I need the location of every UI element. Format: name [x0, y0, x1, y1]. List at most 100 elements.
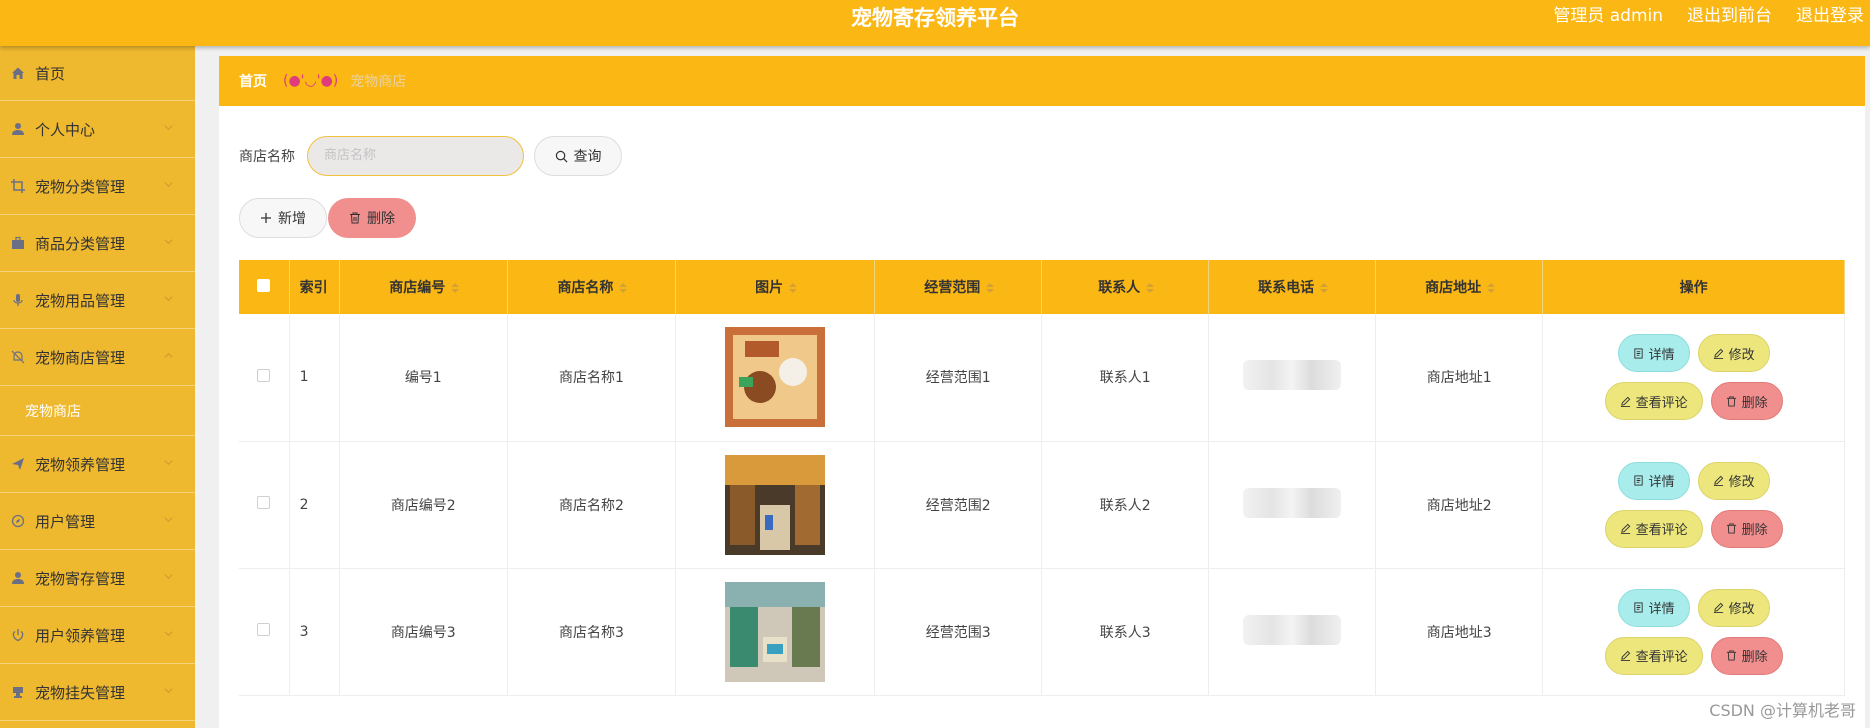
sidebar-item-pet-supplies[interactable]: 宠物用品管理: [0, 272, 195, 329]
sort-icon: [1487, 283, 1496, 293]
cell-name: 商店名称1: [507, 314, 677, 442]
sidebar-item-label: 宠物用品管理: [35, 291, 126, 310]
trash-icon: [350, 212, 360, 224]
delete-button[interactable]: 删除: [1710, 509, 1783, 548]
edit-button[interactable]: 修改: [1697, 461, 1770, 500]
shop-thumbnail[interactable]: [725, 454, 826, 555]
search-button[interactable]: 查询: [534, 136, 622, 176]
top-bar: 宠物寄存领养平台 管理员 admin 退出到前台 退出登录: [0, 0, 1870, 46]
row-checkbox[interactable]: [257, 623, 271, 636]
plus-icon: [261, 213, 271, 223]
cell-scope: 经营范围1: [874, 314, 1043, 442]
cell-address: 商店地址1: [1375, 314, 1544, 442]
col-header-code[interactable]: 商店编号: [339, 260, 508, 314]
detail-button[interactable]: 详情: [1617, 334, 1690, 373]
col-header-label: 图片: [755, 280, 784, 296]
chevron-up-icon: [164, 352, 173, 358]
sidebar-item-label: 商品分类管理: [35, 234, 126, 253]
trash-icon: [1726, 396, 1736, 407]
sidebar-item-users[interactable]: 用户管理: [0, 493, 195, 550]
col-header-name[interactable]: 商店名称: [507, 260, 677, 314]
col-header-phone[interactable]: 联系电话: [1208, 260, 1377, 314]
header-links: 管理员 admin 退出到前台 退出登录: [1553, 4, 1864, 28]
sidebar-item-label: 个人中心: [35, 120, 96, 139]
breadcrumb-current: 宠物商店: [350, 74, 407, 90]
chevron-down-icon: [164, 688, 173, 694]
view-comments-button[interactable]: 查看评论: [1604, 509, 1703, 548]
admin-label: 管理员 admin: [1553, 6, 1663, 26]
row-checkbox[interactable]: [257, 496, 271, 509]
batch-delete-label: 删除: [367, 211, 395, 227]
row-select-cell: [239, 568, 290, 696]
select-all-checkbox[interactable]: [257, 278, 271, 292]
toolbar: 新增 删除: [239, 198, 416, 238]
sidebar-item-goods-category[interactable]: 商品分类管理: [0, 215, 195, 272]
delete-button[interactable]: 删除: [1710, 382, 1783, 421]
sort-icon: [451, 283, 460, 293]
cell-phone: [1208, 568, 1377, 696]
sort-icon: [789, 283, 798, 293]
add-button-label: 新增: [278, 211, 306, 227]
sidebar-item-personal[interactable]: 个人中心: [0, 101, 195, 158]
cell-phone: [1208, 314, 1377, 442]
chevron-down-icon: [164, 631, 173, 637]
shop-thumbnail[interactable]: [725, 581, 826, 682]
breadcrumb-home[interactable]: 首页: [239, 71, 267, 91]
cell-index: 3: [289, 568, 340, 696]
delete-label: 删除: [1741, 395, 1768, 411]
cell-contact: 联系人2: [1041, 441, 1210, 569]
cell-code: 商店编号2: [339, 441, 508, 569]
edit-label: 修改: [1728, 347, 1755, 363]
table-row: 2 商店编号2 商店名称2 经营范围2 联系人2 商店地址2 详情 修改 查看评…: [239, 441, 1845, 569]
sidebar-item-label: 宠物领养管理: [35, 455, 126, 474]
pencil-icon: [1620, 650, 1630, 661]
sidebar-item-label: 用户管理: [35, 512, 96, 531]
table-row: 3 商店编号3 商店名称3 经营范围3 联系人3 商店地址3 详情 修改 查看评…: [239, 568, 1845, 696]
cell-contact: 联系人1: [1041, 314, 1210, 442]
detail-label: 详情: [1648, 347, 1675, 363]
sidebar-item-adoption[interactable]: 宠物领养管理: [0, 436, 195, 493]
row-checkbox[interactable]: [257, 368, 271, 382]
batch-delete-button[interactable]: 删除: [328, 198, 416, 238]
shop-name-input[interactable]: 商店名称: [307, 136, 524, 176]
shop-thumbnail[interactable]: [725, 327, 826, 428]
col-header-image[interactable]: 图片: [675, 260, 876, 314]
logout-link[interactable]: 退出登录: [1796, 4, 1864, 28]
cell-code: 商店编号3: [339, 568, 508, 696]
sidebar-item-lost-report[interactable]: 宠物挂失管理: [0, 664, 195, 721]
crop-icon: [10, 178, 26, 194]
sidebar-item-home[interactable]: 首页: [0, 46, 195, 101]
sidebar-item-pet-shop[interactable]: 宠物商店管理: [0, 329, 195, 386]
col-header-label: 商店编号: [389, 280, 446, 296]
document-icon: [1633, 348, 1643, 359]
sidebar-item-pet-category[interactable]: 宠物分类管理: [0, 158, 195, 215]
view-comments-label: 查看评论: [1635, 395, 1688, 411]
view-comments-label: 查看评论: [1635, 650, 1688, 665]
col-header-label: 联系电话: [1258, 280, 1315, 296]
chevron-down-icon: [164, 239, 173, 245]
sidebar-item-boarding[interactable]: 宠物寄存管理: [0, 550, 195, 607]
to-front-link[interactable]: 退出到前台: [1687, 4, 1772, 28]
trash-icon: [1726, 523, 1736, 534]
view-comments-button[interactable]: 查看评论: [1604, 382, 1703, 421]
edit-button[interactable]: 修改: [1697, 588, 1770, 627]
table-row: 1 编号1 商店名称1 经营范围1 联系人1 商店地址1 详情 修改 查看评论 …: [239, 314, 1845, 442]
sidebar-item-user-adoption[interactable]: 用户领养管理: [0, 607, 195, 664]
search-button-label: 查询: [573, 149, 602, 165]
col-header-contact[interactable]: 联系人: [1041, 260, 1210, 314]
sidebar-subitem-pet-shop[interactable]: 宠物商店: [0, 386, 195, 436]
delete-button[interactable]: 删除: [1710, 636, 1783, 675]
phone-redacted: [1243, 487, 1342, 518]
detail-button[interactable]: 详情: [1617, 588, 1690, 627]
col-header-scope[interactable]: 经营范围: [874, 260, 1043, 314]
add-button[interactable]: 新增: [239, 198, 327, 238]
cell-scope: 经营范围2: [874, 441, 1043, 569]
detail-button[interactable]: 详情: [1617, 461, 1690, 500]
shop-table: 索引 商店编号 商店名称 图片 经营范围 联系人 联系电话 商店地址 操作 1 …: [239, 260, 1845, 696]
detail-label: 详情: [1648, 475, 1675, 490]
sidebar-item-label: 宠物商店管理: [35, 348, 126, 367]
send-icon: [10, 456, 26, 472]
edit-button[interactable]: 修改: [1697, 334, 1770, 373]
view-comments-button[interactable]: 查看评论: [1604, 636, 1703, 675]
col-header-address[interactable]: 商店地址: [1375, 260, 1544, 314]
